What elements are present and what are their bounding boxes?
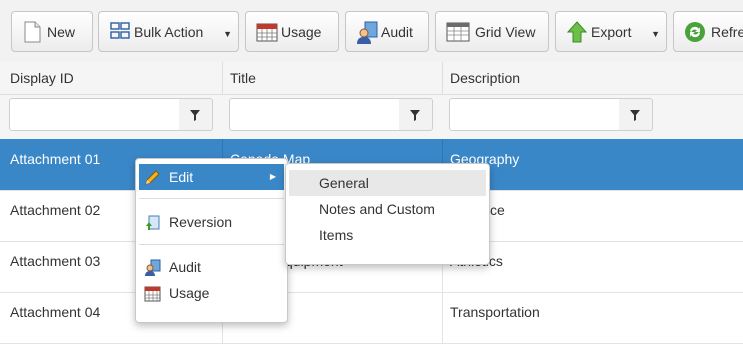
pencil-icon <box>144 168 161 185</box>
toolbar: New Bulk Action ▼ Usage Audit Grid View … <box>0 0 743 63</box>
audit-user-icon <box>356 21 378 44</box>
filter-icon <box>410 110 420 121</box>
export-button[interactable]: Export ▼ <box>555 11 667 52</box>
audit-button[interactable]: Audit <box>345 11 429 52</box>
usage-button-label: Usage <box>281 23 322 40</box>
context-menu: Edit ▶ Reversion Audit Usage <box>135 158 288 323</box>
new-document-icon <box>22 21 42 43</box>
usage-button[interactable]: Usage <box>245 11 339 52</box>
filter-icon <box>630 110 640 121</box>
refresh-button-label: Refre <box>711 23 743 40</box>
menu-item-audit[interactable]: Audit <box>139 254 284 280</box>
new-button-label: New <box>47 23 76 40</box>
chevron-down-icon: ▼ <box>223 29 232 39</box>
submenu-item-notes-and-custom[interactable]: Notes and Custom <box>289 196 486 222</box>
description-filter-button[interactable] <box>619 98 653 131</box>
grid-view-button-label: Grid View <box>475 23 536 40</box>
grid-view-icon <box>446 21 470 43</box>
audit-user-icon <box>144 258 161 276</box>
menu-item-reversion[interactable]: Reversion <box>139 209 284 235</box>
submenu-item-general[interactable]: General <box>289 170 486 196</box>
edit-submenu: General Notes and Custom Items <box>285 163 490 265</box>
menu-divider <box>139 244 284 245</box>
reversion-icon <box>144 213 161 230</box>
title-filter-input[interactable] <box>229 98 403 131</box>
filter-row <box>0 95 743 140</box>
grid-view-button[interactable]: Grid View <box>435 11 549 52</box>
grid-header: Display ID Title Description <box>0 62 743 95</box>
column-header-display-id[interactable]: Display ID <box>0 62 223 94</box>
display-id-filter-input[interactable] <box>9 98 183 131</box>
menu-item-label: Edit <box>169 169 194 185</box>
bulk-action-button[interactable]: Bulk Action ▼ <box>98 11 239 52</box>
grid-icon <box>109 21 130 43</box>
filter-icon <box>190 110 200 121</box>
description-cell: Transportation <box>450 304 540 320</box>
refresh-icon <box>684 21 706 43</box>
table-row[interactable]: Attachment 04 Transportation <box>0 292 743 344</box>
refresh-button[interactable]: Refre <box>673 11 743 52</box>
menu-item-edit[interactable]: Edit ▶ <box>139 164 284 190</box>
export-button-label: Export <box>591 23 632 40</box>
title-filter-button[interactable] <box>399 98 433 131</box>
column-header-description[interactable]: Description <box>440 62 743 94</box>
description-filter-input[interactable] <box>449 98 623 131</box>
menu-item-label: Usage <box>169 285 210 301</box>
audit-button-label: Audit <box>381 23 413 40</box>
submenu-item-items[interactable]: Items <box>289 222 486 248</box>
calendar-icon <box>256 21 278 43</box>
new-button[interactable]: New <box>11 11 93 52</box>
display-id-filter-button[interactable] <box>179 98 213 131</box>
menu-item-label: Audit <box>169 259 201 275</box>
chevron-down-icon: ▼ <box>651 29 660 39</box>
calendar-icon <box>144 284 161 302</box>
bulk-action-button-label: Bulk Action <box>134 23 204 40</box>
menu-divider <box>139 198 284 199</box>
chevron-right-icon: ▶ <box>269 172 276 181</box>
menu-item-label: Reversion <box>169 214 233 230</box>
column-header-title[interactable]: Title <box>220 62 443 94</box>
export-arrow-icon <box>566 20 588 43</box>
menu-item-usage[interactable]: Usage <box>139 280 284 306</box>
